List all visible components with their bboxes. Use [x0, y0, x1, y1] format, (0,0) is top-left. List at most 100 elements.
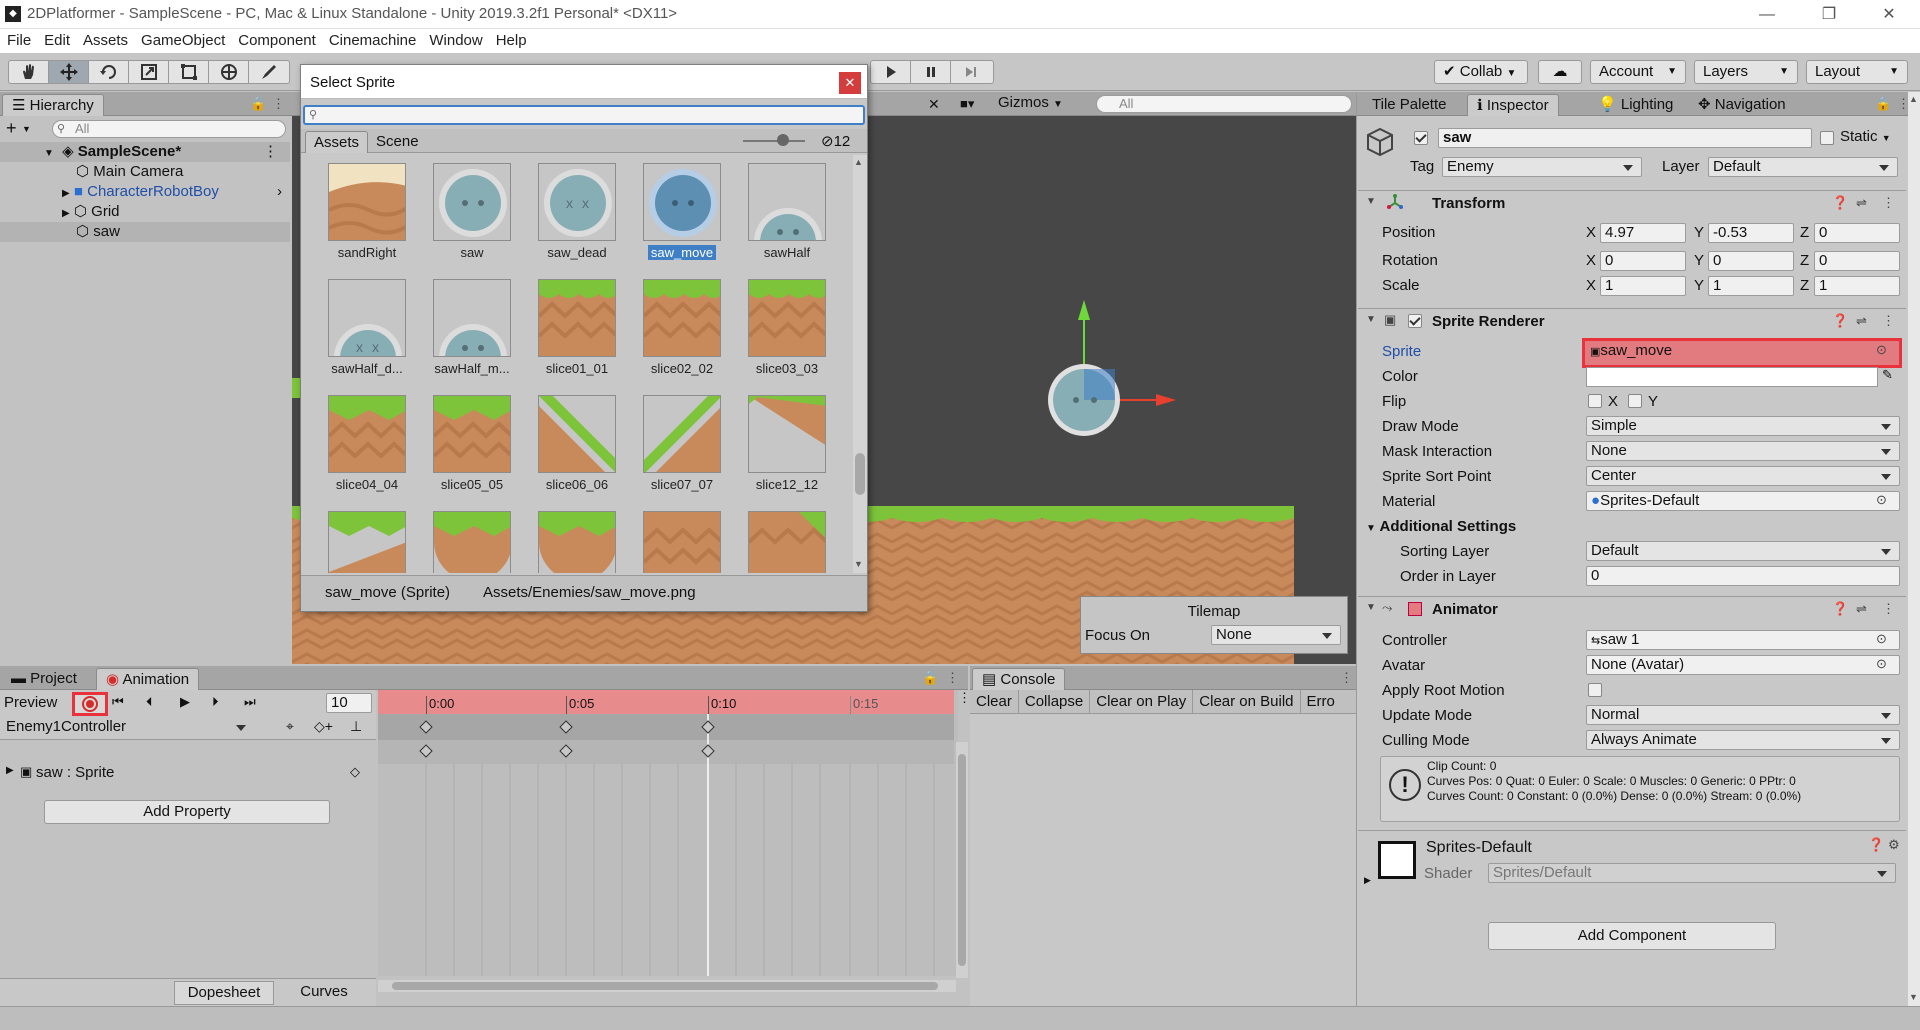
- list-item[interactable]: ⬡ Main Camera: [0, 162, 290, 182]
- rotate-tool-icon[interactable]: [89, 61, 129, 83]
- settings-gear-icon[interactable]: ⚙: [1888, 837, 1900, 853]
- menu-file[interactable]: File: [0, 29, 37, 49]
- sprite-item[interactable]: sandRight: [301, 163, 406, 273]
- scrollbar-thumb[interactable]: [958, 754, 966, 966]
- scene-search-input[interactable]: All: [1096, 95, 1352, 113]
- more-menu-icon[interactable]: ⋮: [1882, 195, 1895, 211]
- more-menu-icon[interactable]: ⋮: [958, 690, 971, 714]
- record-button[interactable]: [72, 692, 108, 716]
- property-row[interactable]: ▶ ▣ saw : Sprite ◇: [0, 762, 376, 784]
- prev-key-icon[interactable]: ⏴: [146, 694, 153, 710]
- scale-tool-icon[interactable]: [129, 61, 169, 83]
- add-event-icon[interactable]: ◇+: [314, 718, 333, 735]
- eyedropper-icon[interactable]: ✎: [1882, 367, 1893, 383]
- collapse-button[interactable]: Collapse: [1019, 690, 1091, 713]
- position-y-field[interactable]: -0.53: [1708, 223, 1794, 243]
- tools-icon[interactable]: ✕: [928, 96, 940, 113]
- tab-lighting[interactable]: 💡 Lighting: [1589, 94, 1682, 116]
- flip-x-checkbox[interactable]: [1588, 394, 1602, 408]
- play-icon[interactable]: ▶: [180, 694, 190, 710]
- update-mode-dropdown[interactable]: Normal: [1586, 705, 1900, 725]
- add-property-button[interactable]: Add Property: [44, 800, 330, 824]
- chevron-right-icon[interactable]: ▶: [62, 208, 70, 219]
- sprite-item[interactable]: slice07_07: [616, 395, 721, 505]
- apply-root-motion-checkbox[interactable]: [1588, 683, 1602, 697]
- hidden-count[interactable]: ⊘12: [821, 132, 850, 150]
- sprite-item[interactable]: slice05_05: [406, 395, 511, 505]
- static-dropdown[interactable]: Static ▼: [1840, 128, 1891, 145]
- zoom-slider-handle[interactable]: [777, 134, 789, 146]
- preview-button[interactable]: Preview: [4, 694, 57, 711]
- transform-tool-icon[interactable]: [209, 61, 249, 83]
- controller-field[interactable]: ⇆saw 1: [1586, 630, 1900, 650]
- hierarchy-search-input[interactable]: All: [52, 120, 286, 138]
- sprite-item[interactable]: sawHalf: [721, 163, 826, 273]
- presets-icon[interactable]: ⇌: [1856, 601, 1867, 617]
- add-keyframe-icon[interactable]: ⌖: [286, 718, 294, 735]
- chevron-up-icon[interactable]: ▲: [1909, 94, 1918, 104]
- sprite-item[interactable]: slice02_02: [616, 279, 721, 389]
- avatar-field[interactable]: None (Avatar): [1586, 655, 1900, 675]
- tab-tile-palette[interactable]: Tile Palette: [1363, 94, 1455, 116]
- rotation-x-field[interactable]: 0: [1600, 251, 1686, 271]
- material-field[interactable]: ●Sprites-Default: [1586, 491, 1900, 511]
- order-in-layer-field[interactable]: 0: [1586, 566, 1900, 586]
- sprite-item[interactable]: slice06_06: [511, 395, 616, 505]
- more-menu-icon[interactable]: ⋮: [263, 142, 278, 162]
- hand-tool-icon[interactable]: [9, 61, 49, 83]
- sorting-layer-dropdown[interactable]: Default: [1586, 541, 1900, 561]
- tag-dropdown[interactable]: Enemy: [1442, 157, 1642, 177]
- sprite-item[interactable]: slice12_12: [721, 395, 826, 505]
- tab-assets[interactable]: Assets: [305, 131, 369, 153]
- menu-assets[interactable]: Assets: [76, 29, 134, 49]
- menu-cinemachine[interactable]: Cinemachine: [322, 29, 423, 49]
- restore-button[interactable]: ❐: [1806, 0, 1852, 29]
- active-checkbox[interactable]: [1414, 131, 1428, 145]
- sprite-item[interactable]: saw_move: [616, 163, 721, 273]
- scrollbar-thumb[interactable]: [392, 982, 938, 990]
- scale-z-field[interactable]: 1: [1814, 276, 1900, 296]
- additional-settings-foldout[interactable]: ▼ Additional Settings: [1366, 518, 1516, 535]
- inspector-scrollbar[interactable]: ▲ ▼: [1908, 92, 1920, 1006]
- list-item[interactable]: ▶ ■ CharacterRobotBoy ›: [0, 182, 290, 202]
- camera-icon[interactable]: ■▾: [960, 96, 974, 112]
- custom-tool-icon[interactable]: [249, 61, 289, 83]
- chevron-right-icon[interactable]: ▶: [1364, 875, 1371, 886]
- sprite-item[interactable]: [406, 511, 511, 573]
- chevron-down-icon[interactable]: ▼: [1366, 602, 1376, 613]
- chevron-right-icon[interactable]: ▶: [62, 188, 70, 199]
- sprite-item[interactable]: [301, 511, 406, 573]
- presets-icon[interactable]: ⇌: [1856, 313, 1867, 329]
- more-menu-icon[interactable]: ⋮: [946, 670, 959, 686]
- menu-help[interactable]: Help: [489, 29, 533, 49]
- scrollbar-thumb[interactable]: [855, 453, 865, 495]
- sprite-item[interactable]: x x saw_dead: [511, 163, 616, 273]
- menu-gameobject[interactable]: GameObject: [134, 29, 231, 49]
- mask-interaction-dropdown[interactable]: None: [1586, 441, 1900, 461]
- sprite-item[interactable]: x x sawHalf_d...: [301, 279, 406, 389]
- step-icon[interactable]: [951, 61, 991, 83]
- sprite-item[interactable]: sawHalf_m...: [406, 279, 511, 389]
- lock-icon[interactable]: 🔒: [1875, 96, 1891, 112]
- more-menu-icon[interactable]: ⋮: [1882, 313, 1895, 329]
- tab-dopesheet[interactable]: Dopesheet: [174, 981, 274, 1005]
- sprite-search-input[interactable]: ⚲: [303, 105, 865, 125]
- draw-mode-dropdown[interactable]: Simple: [1586, 416, 1900, 436]
- account-button[interactable]: Account ▼: [1590, 60, 1686, 84]
- chevron-down-icon[interactable]: ▼: [1366, 314, 1376, 325]
- frame-input[interactable]: 10: [326, 693, 372, 713]
- layers-button[interactable]: Layers ▼: [1694, 60, 1798, 84]
- culling-mode-dropdown[interactable]: Always Animate: [1586, 730, 1900, 750]
- lock-icon[interactable]: 🔒: [922, 670, 938, 686]
- rotation-y-field[interactable]: 0: [1708, 251, 1794, 271]
- play-icon[interactable]: [871, 61, 911, 83]
- zoom-slider[interactable]: [743, 140, 805, 142]
- chevron-down-icon[interactable]: ▼: [1909, 992, 1918, 1002]
- chevron-right-icon[interactable]: ▶: [6, 765, 14, 776]
- chevron-down-icon[interactable]: ▼: [1366, 196, 1376, 207]
- help-icon[interactable]: ❓: [1832, 313, 1848, 329]
- timeline-vscroll[interactable]: [956, 742, 968, 978]
- list-item[interactable]: ▶ ⬡ Grid: [0, 202, 290, 222]
- sprite-item[interactable]: slice01_01: [511, 279, 616, 389]
- sprite-item[interactable]: [511, 511, 616, 573]
